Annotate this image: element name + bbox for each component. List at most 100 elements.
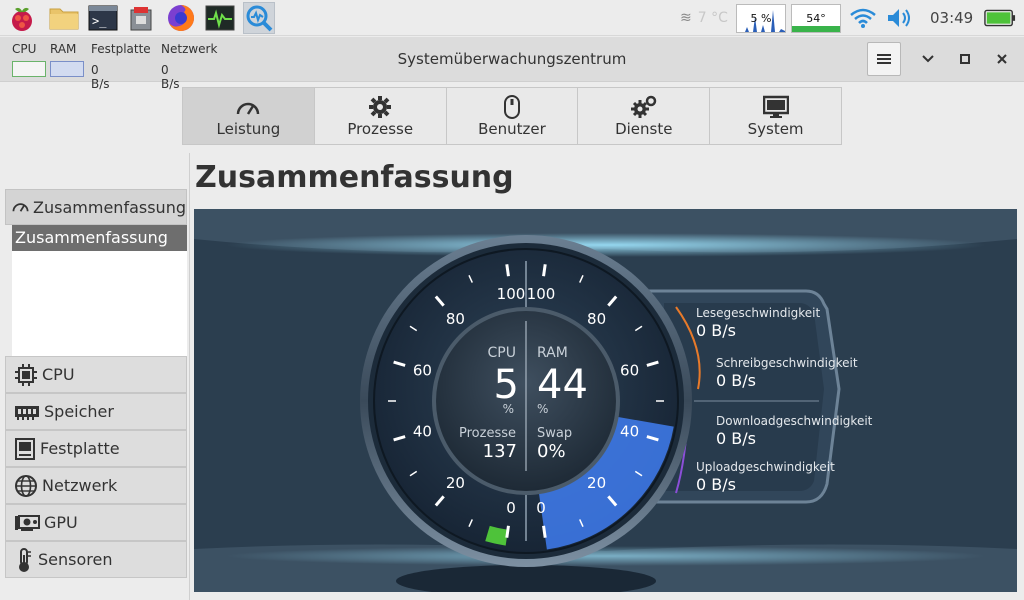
ram-tick-label: 20 (587, 474, 606, 492)
svg-text:>_: >_ (92, 14, 107, 28)
sidebar-item-gpu[interactable]: GPU (5, 504, 187, 541)
gear-icon (369, 96, 392, 118)
mouse-icon (503, 95, 520, 119)
system-monitor-icon[interactable] (204, 2, 236, 34)
thermometer-icon (19, 547, 31, 572)
sidebar-item-sensoren[interactable]: Sensoren (5, 541, 187, 578)
gpu-icon (15, 514, 40, 531)
cpu-unit: % (503, 402, 514, 416)
gauge-tick-mark (505, 264, 510, 277)
window-titlebar[interactable]: CPU RAM Festplatte Netzwerk 0 B/s 0 B/s … (0, 37, 1024, 91)
cpu-tick-label: 20 (446, 474, 465, 492)
write-speed-value: 0 B/s (716, 371, 756, 390)
ram-tick-label: 40 (620, 423, 639, 441)
disk-icon (15, 437, 35, 460)
processes-value: 137 (483, 441, 517, 462)
terminal-icon[interactable]: >_ (87, 2, 119, 34)
cpu-tick-label: 100 (497, 285, 526, 303)
cpu-tick-label: 40 (413, 423, 432, 441)
gauge-tick-mark (505, 525, 510, 538)
temperature-graph[interactable]: 54° (791, 4, 841, 33)
sidebar-item-label: Speicher (44, 402, 114, 421)
folder-icon[interactable] (48, 2, 80, 34)
sidebar-item-cpu[interactable]: CPU (5, 356, 187, 393)
read-speed-value: 0 B/s (696, 321, 736, 340)
swap-label: Swap (537, 426, 572, 441)
sidebar: Zusammenfassung Zusammenfassung CPU Spei… (5, 153, 187, 578)
summary-list: Zusammenfassung (12, 225, 187, 356)
cpu-tick-label: 80 (446, 310, 465, 328)
tab-label: System (747, 120, 804, 138)
sidebar-item-label: GPU (44, 513, 78, 532)
gauge-icon (237, 102, 260, 115)
cpu-usage-arc (485, 525, 509, 546)
task-manager-icon[interactable] (243, 2, 275, 34)
tab-prozesse[interactable]: Prozesse (315, 88, 447, 144)
tab-system[interactable]: System (710, 88, 841, 144)
read-speed-label: Lesegeschwindigkeit (696, 306, 821, 320)
sidebar-header-label: Zusammenfassung (33, 197, 186, 217)
cpu-tick-label: 0 (506, 499, 516, 517)
weather-widget[interactable]: ≋ 7 °C (680, 0, 728, 36)
gauge-tick-mark (542, 264, 547, 277)
main-tabs: Leistung Prozesse Benutzer Dienste Syste… (182, 87, 842, 145)
temp-graph-value: 54° (806, 12, 826, 25)
memory-icon (15, 405, 39, 420)
raspberry-menu-icon[interactable] (6, 2, 38, 34)
bottom-glow (226, 546, 986, 566)
package-manager-icon[interactable] (126, 2, 158, 34)
tab-benutzer[interactable]: Benutzer (447, 88, 579, 144)
upload-speed-label: Uploadgeschwindigkeit (696, 460, 835, 474)
globe-icon (15, 474, 37, 497)
maximize-icon (960, 54, 970, 64)
sidebar-item-label: Netzwerk (42, 476, 118, 495)
upload-speed-value: 0 B/s (696, 475, 736, 494)
tab-leistung[interactable]: Leistung (183, 88, 315, 144)
ram-tick-label: 80 (587, 310, 606, 328)
close-button[interactable] (985, 42, 1019, 76)
taskbar: >_ ≋ 7 °C 5 % 54° 03:49 (0, 0, 1024, 36)
volume-icon[interactable] (884, 2, 916, 34)
chevron-down-icon (922, 55, 934, 63)
hamburger-menu-button[interactable] (867, 42, 901, 76)
clock[interactable]: 03:49 (930, 9, 973, 27)
sidebar-item-label: CPU (42, 365, 75, 384)
temperature-text: 7 °C (697, 10, 728, 26)
minimize-button[interactable] (911, 42, 945, 76)
ram-unit: % (537, 402, 548, 416)
tab-label: Leistung (216, 120, 281, 138)
summary-list-item-selected[interactable]: Zusammenfassung (12, 225, 187, 251)
ram-label: RAM (537, 345, 568, 361)
sidebar-item-label: Festplatte (40, 439, 120, 458)
menu-icon (877, 54, 891, 64)
tab-label: Prozesse (347, 120, 414, 138)
cpu-usage-graph[interactable]: 5 % (736, 4, 786, 33)
page-title: Zusammenfassung (195, 160, 514, 195)
ram-tick-label: 0 (536, 499, 546, 517)
tab-label: Dienste (615, 120, 673, 138)
sidebar-header-summary[interactable]: Zusammenfassung (5, 189, 187, 225)
download-speed-value: 0 B/s (716, 429, 756, 448)
top-glow (226, 233, 986, 257)
sidebar-divider (189, 153, 190, 600)
sidebar-item-label: Sensoren (38, 550, 113, 569)
battery-icon[interactable] (984, 2, 1016, 34)
download-speed-label: Downloadgeschwindigkeit (716, 414, 873, 428)
tab-dienste[interactable]: Dienste (578, 88, 711, 144)
sidebar-item-festplatte[interactable]: Festplatte (5, 430, 187, 467)
dashboard-graphic: Lesegeschwindigkeit 0 B/s Schreibgeschwi… (194, 209, 1017, 592)
ram-tick-label: 100 (527, 285, 556, 303)
tab-label: Benutzer (478, 120, 546, 138)
sidebar-item-speicher[interactable]: Speicher (5, 393, 187, 430)
close-icon (997, 54, 1007, 64)
firefox-icon[interactable] (165, 2, 197, 34)
maximize-button[interactable] (948, 42, 982, 76)
write-speed-label: Schreibgeschwindigkeit (716, 356, 858, 370)
gauge-icon (12, 203, 29, 212)
cpu-label: CPU (488, 345, 516, 361)
monitor-icon (762, 95, 789, 118)
wifi-icon[interactable] (847, 2, 879, 34)
cpu-tick-label: 60 (413, 362, 432, 380)
sidebar-item-netzwerk[interactable]: Netzwerk (5, 467, 187, 504)
weather-icon: ≋ (680, 10, 692, 26)
